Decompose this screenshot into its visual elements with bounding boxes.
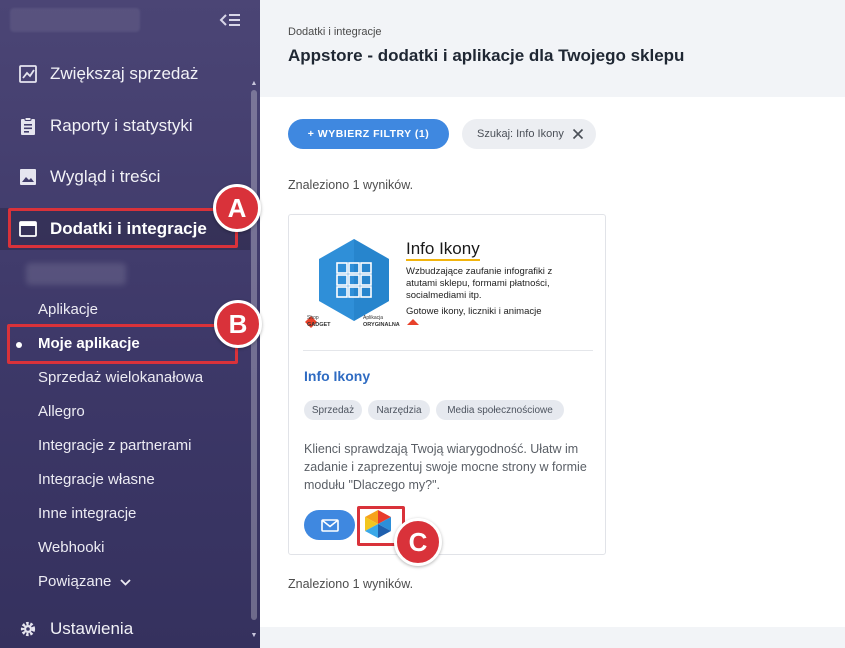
sidebar-item-label: Wygląd i treści	[50, 167, 161, 186]
annotation-badge-a: A	[213, 184, 261, 232]
sidebar-item-settings[interactable]: Ustawienia	[0, 608, 250, 648]
submenu-item-webhooks[interactable]: Webhooki	[38, 537, 104, 559]
submenu-item-partner-integrations[interactable]: Integracje z partnerami	[38, 435, 191, 457]
clipboard-icon	[18, 116, 38, 136]
image-icon	[18, 167, 38, 187]
sidebar-item-sales[interactable]: Zwiększaj sprzedaż	[0, 53, 250, 95]
sidebar-item-reports[interactable]: Raporty i statystyki	[0, 105, 250, 147]
banner-title: Info Ikony	[406, 239, 480, 261]
sidebar-item-appearance[interactable]: Wygląd i treści	[0, 156, 250, 198]
search-filter-chip[interactable]: Szukaj: Info Ikony	[462, 119, 596, 149]
submenu-item-allegro[interactable]: Allegro	[38, 401, 85, 423]
sidebar-item-label: Zwiększaj sprzedaż	[50, 64, 199, 83]
chevron-down-icon	[120, 578, 132, 586]
card-divider	[303, 350, 593, 351]
page-header: Dodatki i integracje Appstore - dodatki …	[260, 0, 845, 97]
main-content: + WYBIERZ FILTRY (1) Szukaj: Info Ikony …	[260, 97, 845, 627]
results-count-bottom: Znaleziono 1 wyników.	[288, 577, 414, 591]
store-logo[interactable]	[10, 8, 140, 32]
page-footer	[260, 627, 845, 648]
app-banner[interactable]: Info Ikony Wzbudzające zaufanie infograf…	[303, 229, 593, 334]
submenu-item-label: Powiązane	[38, 573, 112, 590]
app-description: Klienci sprawdzają Twoją wiarygodność. U…	[304, 442, 587, 492]
annotation-badge-c: C	[394, 518, 442, 566]
banner-brand-prefix: Shop	[307, 315, 319, 321]
submenu-item-my-apps[interactable]: Moje aplikacje	[38, 333, 140, 355]
scroll-up-icon[interactable]: ▲	[250, 80, 258, 87]
sidebar-scrollbar[interactable]	[251, 90, 257, 620]
sidebar-item-label: Raporty i statystyki	[50, 116, 193, 135]
active-dot-icon	[16, 342, 22, 348]
banner-certificate-line: Aplikacja	[363, 315, 384, 321]
banner-certificate: Aplikacja ORYGINALNA	[363, 315, 403, 329]
app-card[interactable]: Info Ikony Wzbudzające zaufanie infograf…	[288, 214, 606, 555]
choose-filters-button[interactable]: + WYBIERZ FILTRY (1)	[288, 119, 449, 149]
search-chip-label: Szukaj: Info Ikony	[477, 128, 564, 140]
app-vendor-logo-icon[interactable]	[363, 508, 393, 540]
banner-bullet: Gotowe ikony, liczniki i animacje	[406, 306, 542, 317]
annotation-badge-b: B	[214, 300, 262, 348]
results-count: Znaleziono 1 wyników.	[288, 178, 414, 192]
banner-bullet: Wzbudzające zaufanie infografiki z atuta…	[406, 266, 553, 301]
chart-icon	[18, 64, 38, 84]
banner-brand: Shop GADGET	[307, 315, 347, 329]
banner-certificate-line: ORYGINALNA	[363, 322, 400, 328]
close-icon[interactable]	[572, 128, 584, 140]
blurred-submenu-item[interactable]	[26, 263, 126, 285]
scroll-down-icon[interactable]: ▼	[250, 632, 258, 639]
contact-button[interactable]	[304, 510, 355, 540]
submenu-item-own-integrations[interactable]: Integracje własne	[38, 469, 155, 491]
gear-icon	[18, 619, 38, 639]
collapse-sidebar-icon[interactable]	[218, 11, 240, 29]
sidebar-item-addons[interactable]: Dodatki i integracje	[0, 208, 250, 250]
submenu-item-multichannel[interactable]: Sprzedaż wielokanałowa	[38, 367, 203, 389]
sidebar-item-label: Ustawienia	[50, 619, 134, 638]
tag-social-media[interactable]: Media społecznościowe	[436, 400, 564, 420]
submenu-item-related[interactable]: Powiązane	[38, 571, 132, 593]
sidebar-item-label: Dodatki i integracje	[50, 219, 207, 238]
page-title: Appstore - dodatki i aplikacje dla Twoje…	[288, 46, 685, 65]
submenu-item-other-integrations[interactable]: Inne integracje	[38, 503, 136, 525]
banner-brand-name: GADGET	[307, 322, 331, 328]
app-title-link[interactable]: Info Ikony	[304, 368, 370, 384]
tag-sales[interactable]: Sprzedaż	[304, 400, 362, 420]
breadcrumb[interactable]: Dodatki i integracje	[288, 26, 382, 38]
submenu-item-apps[interactable]: Aplikacje	[38, 299, 98, 321]
tag-tools[interactable]: Narzędzia	[368, 400, 430, 420]
mail-icon	[320, 518, 339, 532]
window-icon	[18, 219, 38, 239]
